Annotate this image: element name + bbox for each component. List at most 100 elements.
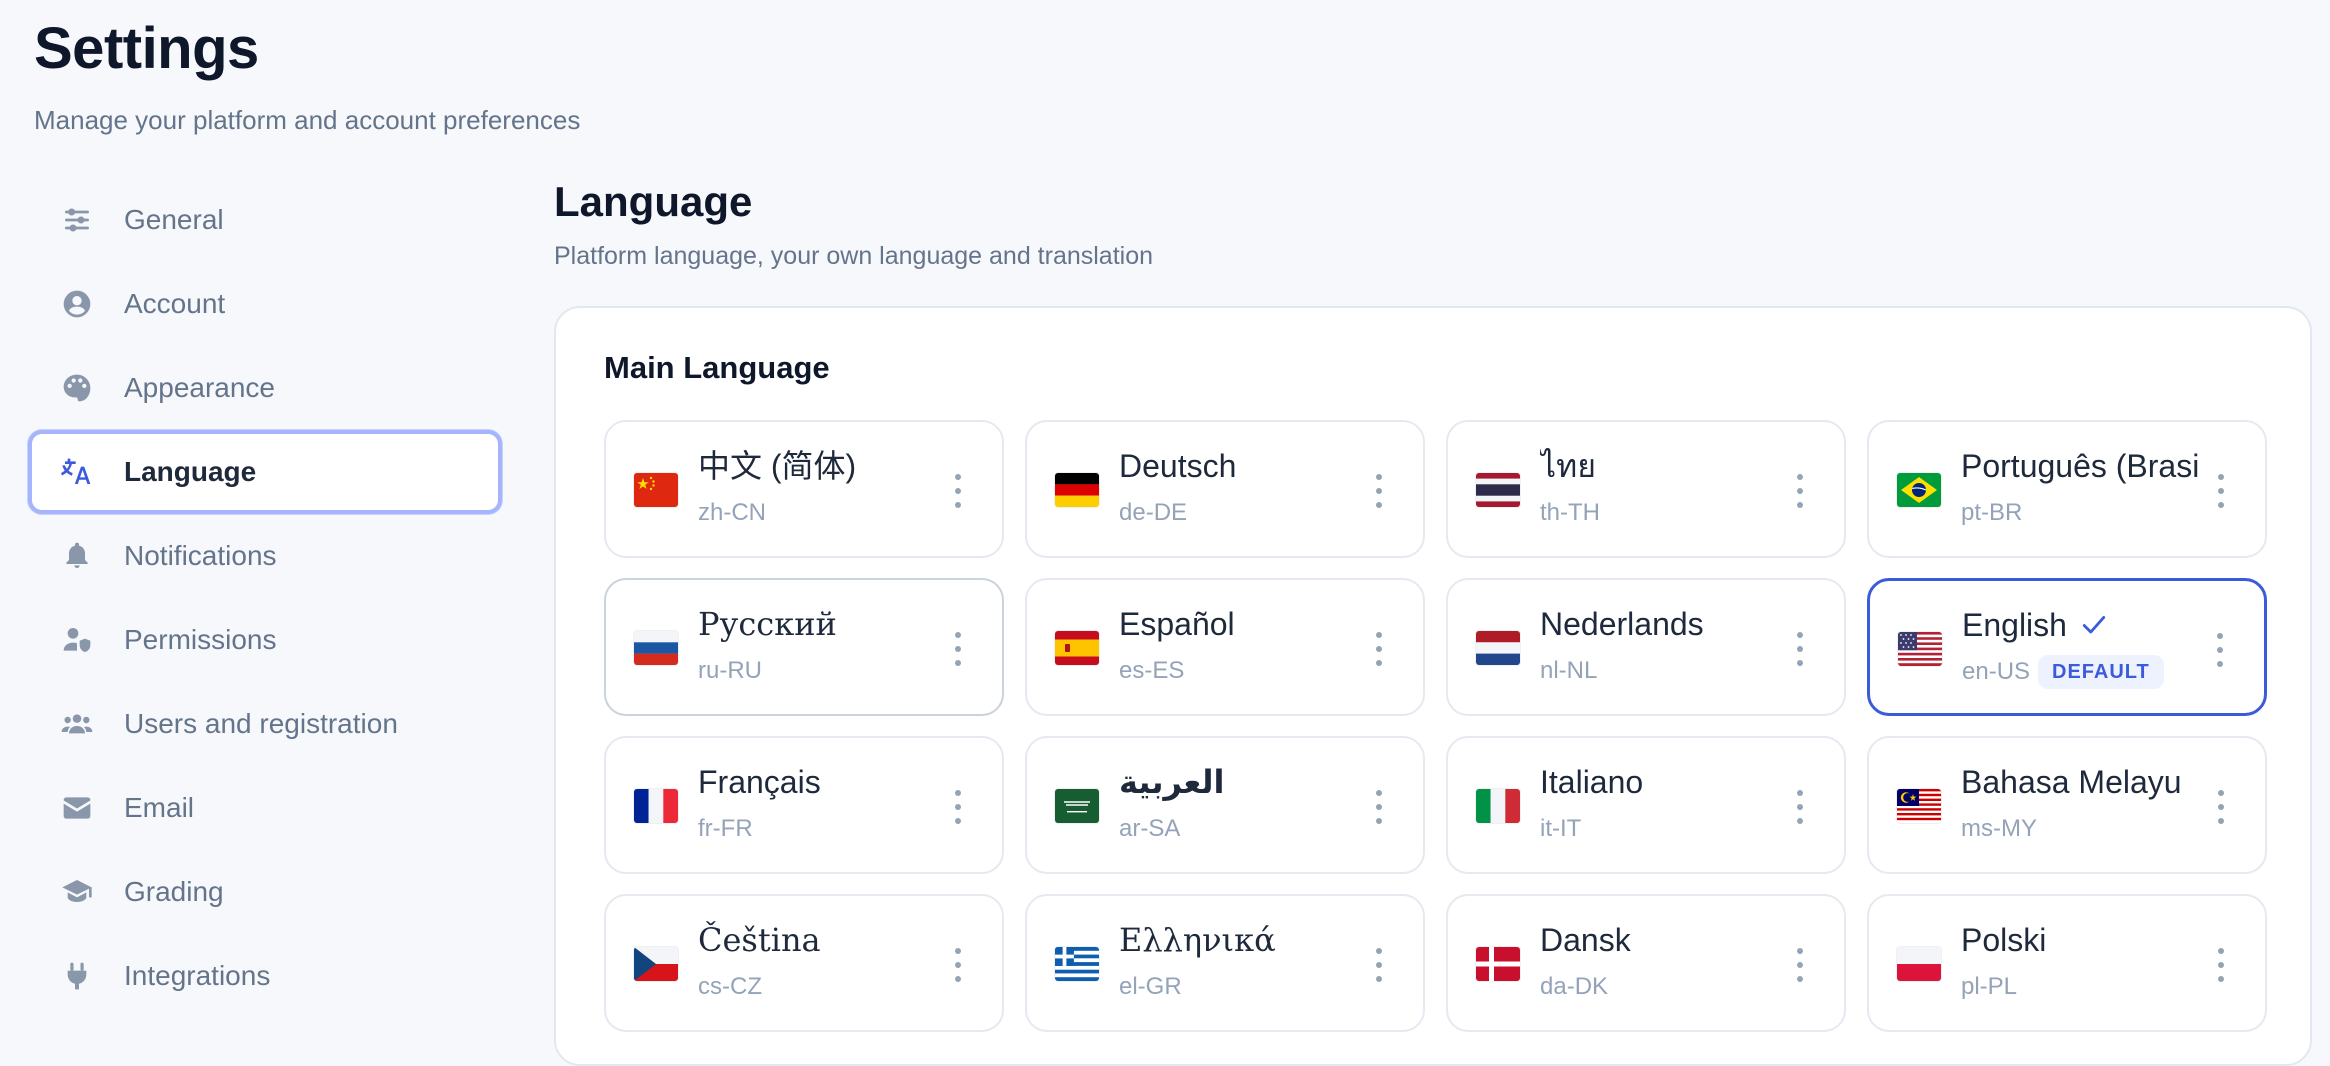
language-code: th-TH (1540, 499, 1600, 526)
france-flag-icon (634, 789, 678, 823)
language-option-ru-ru[interactable]: Русский ru-RU (604, 578, 1004, 716)
sidebar-item-integrations[interactable]: Integrations (28, 934, 502, 1018)
russia-flag-icon (634, 631, 678, 665)
language-option-da-dk[interactable]: Dansk da-DK (1446, 894, 1846, 1032)
language-code: zh-CN (698, 499, 767, 526)
language-name: Ελληνικά (1119, 921, 1276, 959)
language-name: Deutsch (1119, 448, 1237, 484)
more-options-icon[interactable] (2216, 633, 2224, 667)
language-option-fr-fr[interactable]: Français fr-FR (604, 736, 1004, 874)
language-name: ไทย (1540, 448, 1596, 484)
sidebar-item-users-and-registration[interactable]: Users and registration (28, 682, 502, 766)
sidebar-item-account[interactable]: Account (28, 262, 502, 346)
more-options-icon[interactable] (1375, 474, 1383, 508)
section-subtitle: Platform language, your own language and… (554, 242, 1154, 270)
language-code: nl-NL (1540, 657, 1598, 684)
more-options-icon[interactable] (1796, 474, 1804, 508)
language-code: ru-RU (698, 657, 762, 684)
more-options-icon[interactable] (1796, 948, 1804, 982)
language-name: Français (698, 764, 821, 800)
language-option-nl-nl[interactable]: Nederlands nl-NL (1446, 578, 1846, 716)
default-badge: DEFAULT (2038, 655, 2164, 689)
language-code: en-US (1962, 658, 2031, 685)
more-options-icon[interactable] (954, 474, 962, 508)
sidebar-item-label: General (124, 204, 224, 235)
language-option-th-th[interactable]: ไทย th-TH (1446, 420, 1846, 558)
plug-icon (60, 959, 94, 993)
settings-sidebar: General Account Appearance Language Noti… (28, 178, 502, 1018)
page-title: Settings (34, 16, 259, 81)
sidebar-item-general[interactable]: General (28, 178, 502, 262)
more-options-icon[interactable] (2217, 948, 2225, 982)
language-name: 中文 (简体) (698, 448, 857, 484)
language-name: Bahasa Melayu (1961, 764, 2182, 800)
malaysia-flag-icon (1897, 789, 1941, 823)
more-options-icon[interactable] (1375, 790, 1383, 824)
italy-flag-icon (1476, 789, 1520, 823)
sliders-icon (60, 203, 94, 237)
germany-flag-icon (1055, 473, 1099, 507)
more-options-icon[interactable] (1375, 948, 1383, 982)
language-option-en-us[interactable]: English en-US DEFAULT (1867, 578, 2267, 716)
language-code: ar-SA (1119, 815, 1181, 842)
sidebar-item-notifications[interactable]: Notifications (28, 514, 502, 598)
language-name: العربية (1119, 763, 1225, 801)
sidebar-item-email[interactable]: Email (28, 766, 502, 850)
language-code: fr-FR (698, 815, 753, 842)
language-option-ms-my[interactable]: Bahasa Melayu ms-MY (1867, 736, 2267, 874)
language-option-es-es[interactable]: Español es-ES (1025, 578, 1425, 716)
page-subtitle: Manage your platform and account prefere… (34, 105, 581, 135)
user-circle-icon (60, 287, 94, 321)
sidebar-item-label: Email (124, 792, 195, 823)
language-option-de-de[interactable]: Deutsch de-DE (1025, 420, 1425, 558)
more-options-icon[interactable] (2217, 474, 2225, 508)
language-name: English (1962, 607, 2067, 643)
more-options-icon[interactable] (1796, 632, 1804, 666)
language-code: pl-PL (1961, 973, 2018, 1000)
more-options-icon[interactable] (954, 632, 962, 666)
language-name: Español (1119, 606, 1235, 642)
language-code: pt-BR (1961, 499, 2023, 526)
brazil-flag-icon (1897, 473, 1941, 507)
main-language-title: Main Language (604, 350, 830, 385)
language-name: Polski (1961, 922, 2047, 958)
netherlands-flag-icon (1476, 631, 1520, 665)
language-option-it-it[interactable]: Italiano it-IT (1446, 736, 1846, 874)
language-option-el-gr[interactable]: Ελληνικά el-GR (1025, 894, 1425, 1032)
language-name: Nederlands (1540, 606, 1704, 642)
sidebar-item-permissions[interactable]: Permissions (28, 598, 502, 682)
language-code: cs-CZ (698, 973, 762, 1000)
palette-icon (60, 371, 94, 405)
sidebar-item-appearance[interactable]: Appearance (28, 346, 502, 430)
denmark-flag-icon (1476, 947, 1520, 981)
czech-flag-icon (634, 947, 678, 981)
more-options-icon[interactable] (2217, 790, 2225, 824)
language-option-ar-sa[interactable]: العربية ar-SA (1025, 736, 1425, 874)
more-options-icon[interactable] (954, 948, 962, 982)
more-options-icon[interactable] (954, 790, 962, 824)
sidebar-item-label: Account (124, 288, 226, 319)
language-code: da-DK (1540, 973, 1609, 1000)
more-options-icon[interactable] (1796, 790, 1804, 824)
check-icon (2081, 607, 2107, 647)
language-code: ms-MY (1961, 815, 2037, 842)
greece-flag-icon (1055, 947, 1099, 981)
sidebar-item-grading[interactable]: Grading (28, 850, 502, 934)
sidebar-item-label: Permissions (124, 624, 277, 655)
main-language-card: Main Language 中文 (简体) zh-CN Deutsch de-D… (554, 306, 2312, 1066)
sidebar-item-language[interactable]: Language (28, 430, 502, 514)
language-code: el-GR (1119, 973, 1182, 1000)
sidebar-item-label: Notifications (124, 540, 277, 571)
thailand-flag-icon (1476, 473, 1520, 507)
language-option-pt-br[interactable]: Português (Brasil) pt-BR (1867, 420, 2267, 558)
language-option-zh-cn[interactable]: 中文 (简体) zh-CN (604, 420, 1004, 558)
china-flag-icon (634, 473, 678, 507)
graduation-cap-icon (60, 875, 94, 909)
saudi-arabia-flag-icon (1055, 789, 1099, 823)
sidebar-item-label: Language (124, 456, 257, 487)
language-option-cs-cz[interactable]: Čeština cs-CZ (604, 894, 1004, 1032)
user-shield-icon (60, 623, 94, 657)
bell-icon (60, 539, 94, 573)
language-option-pl-pl[interactable]: Polski pl-PL (1867, 894, 2267, 1032)
more-options-icon[interactable] (1375, 632, 1383, 666)
